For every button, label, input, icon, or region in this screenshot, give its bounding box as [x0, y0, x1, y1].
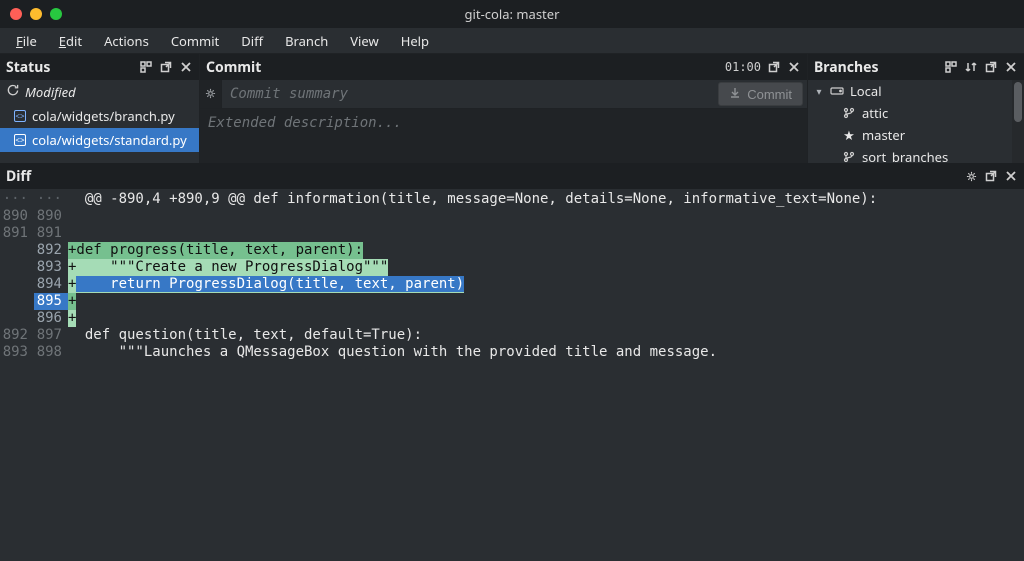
branch-name: master	[862, 126, 905, 144]
diff-line[interactable]: 895+	[0, 293, 1024, 310]
menu-file[interactable]: File	[6, 29, 47, 53]
diff-line[interactable]: 892+def progress(title, text, parent):	[0, 242, 1024, 259]
diff-hunk-header: ······ @@ -890,4 +890,9 @@ def informati…	[0, 191, 1024, 208]
scrollbar[interactable]	[1012, 80, 1024, 163]
menu-commit[interactable]: Commit	[161, 29, 229, 53]
close-icon[interactable]	[1004, 60, 1018, 74]
diff-line[interactable]: 894+ return ProgressDialog(title, text, …	[0, 276, 1024, 293]
file-icon: <>	[14, 110, 26, 122]
branches-local-group[interactable]: ▾ Local	[808, 80, 1024, 102]
commit-title: Commit	[206, 58, 721, 77]
branches-titlebar[interactable]: Branches	[808, 54, 1024, 80]
gear-icon	[205, 85, 216, 103]
filter-icon[interactable]	[944, 60, 958, 74]
menu-help[interactable]: Help	[391, 29, 439, 53]
menu-branch[interactable]: Branch	[275, 29, 338, 53]
sort-icon[interactable]	[964, 60, 978, 74]
window-titlebar: git-cola: master	[0, 0, 1024, 28]
menu-view[interactable]: View	[340, 29, 388, 53]
close-icon[interactable]	[179, 60, 193, 74]
chevron-down-icon[interactable]: ▾	[814, 84, 824, 98]
status-item-path: cola/widgets/standard.py	[32, 131, 187, 149]
diff-line[interactable]: 893+ """Create a new ProgressDialog"""	[0, 259, 1024, 276]
branch-item[interactable]: attic	[808, 102, 1024, 124]
status-dock: Status Modified <>	[0, 54, 200, 163]
file-icon: <>	[14, 134, 26, 146]
popout-icon[interactable]	[159, 60, 173, 74]
minimize-window-button[interactable]	[30, 8, 42, 20]
download-icon	[729, 87, 741, 102]
branch-icon	[842, 107, 856, 119]
traffic-lights	[0, 8, 62, 20]
close-icon[interactable]	[1004, 169, 1018, 183]
menu-actions[interactable]: Actions	[94, 29, 159, 53]
status-item[interactable]: <> cola/widgets/standard.py	[0, 128, 199, 152]
commit-timer: 01:00	[725, 60, 763, 74]
gear-icon[interactable]	[964, 169, 978, 183]
branch-name: attic	[862, 104, 888, 122]
status-titlebar[interactable]: Status	[0, 54, 199, 80]
branch-name: sort_branches	[862, 148, 948, 163]
close-icon[interactable]	[787, 60, 801, 74]
branches-tree[interactable]: ▾ Local attic ★ master sort_bra	[808, 80, 1024, 163]
maximize-window-button[interactable]	[50, 8, 62, 20]
menu-edit[interactable]: Edit	[49, 29, 92, 53]
commit-button[interactable]: Commit	[718, 82, 803, 106]
diff-line[interactable]: 893898 """Launches a QMessageBox questio…	[0, 344, 1024, 361]
window-title: git-cola: master	[0, 5, 1024, 23]
menubar[interactable]: File Edit Actions Commit Diff Branch Vie…	[0, 28, 1024, 54]
diff-line[interactable]: 891891	[0, 225, 1024, 242]
diff-line[interactable]: 892897 def question(title, text, default…	[0, 327, 1024, 344]
status-title: Status	[6, 58, 135, 77]
commit-titlebar[interactable]: Commit 01:00	[200, 54, 807, 80]
filter-icon[interactable]	[139, 60, 153, 74]
branch-icon	[842, 151, 856, 163]
status-section-modified[interactable]: Modified	[0, 80, 199, 104]
commit-dock: Commit 01:00	[200, 54, 808, 163]
diff-dock: Diff ······ @@ -890,4 +890,9 @@ def info…	[0, 163, 1024, 561]
scrollbar-thumb[interactable]	[1014, 82, 1022, 122]
status-section-label: Modified	[25, 83, 76, 101]
popout-icon[interactable]	[984, 60, 998, 74]
branch-item[interactable]: ★ master	[808, 124, 1024, 146]
diff-title: Diff	[6, 167, 960, 186]
branches-title: Branches	[814, 58, 940, 77]
commit-summary-input[interactable]	[222, 80, 714, 108]
diff-view[interactable]: ······ @@ -890,4 +890,9 @@ def informati…	[0, 189, 1024, 561]
status-list[interactable]: Modified <> cola/widgets/branch.py <> co…	[0, 80, 199, 163]
commit-menu-button[interactable]	[200, 80, 222, 108]
menu-diff[interactable]: Diff	[231, 29, 273, 53]
diff-line[interactable]: 890890	[0, 208, 1024, 225]
popout-icon[interactable]	[767, 60, 781, 74]
status-item[interactable]: <> cola/widgets/branch.py	[0, 104, 199, 128]
status-item-path: cola/widgets/branch.py	[32, 107, 175, 125]
diff-line[interactable]: 896+	[0, 310, 1024, 327]
commit-button-label: Commit	[747, 87, 792, 102]
commit-description-input[interactable]	[200, 108, 807, 163]
branch-item[interactable]: sort_branches	[808, 146, 1024, 163]
close-window-button[interactable]	[10, 8, 22, 20]
star-icon: ★	[842, 126, 856, 144]
diff-titlebar[interactable]: Diff	[0, 163, 1024, 189]
hdd-icon	[830, 86, 844, 96]
popout-icon[interactable]	[984, 169, 998, 183]
branches-local-label: Local	[850, 82, 882, 100]
branches-dock: Branches ▾	[808, 54, 1024, 163]
refresh-icon	[6, 83, 19, 101]
